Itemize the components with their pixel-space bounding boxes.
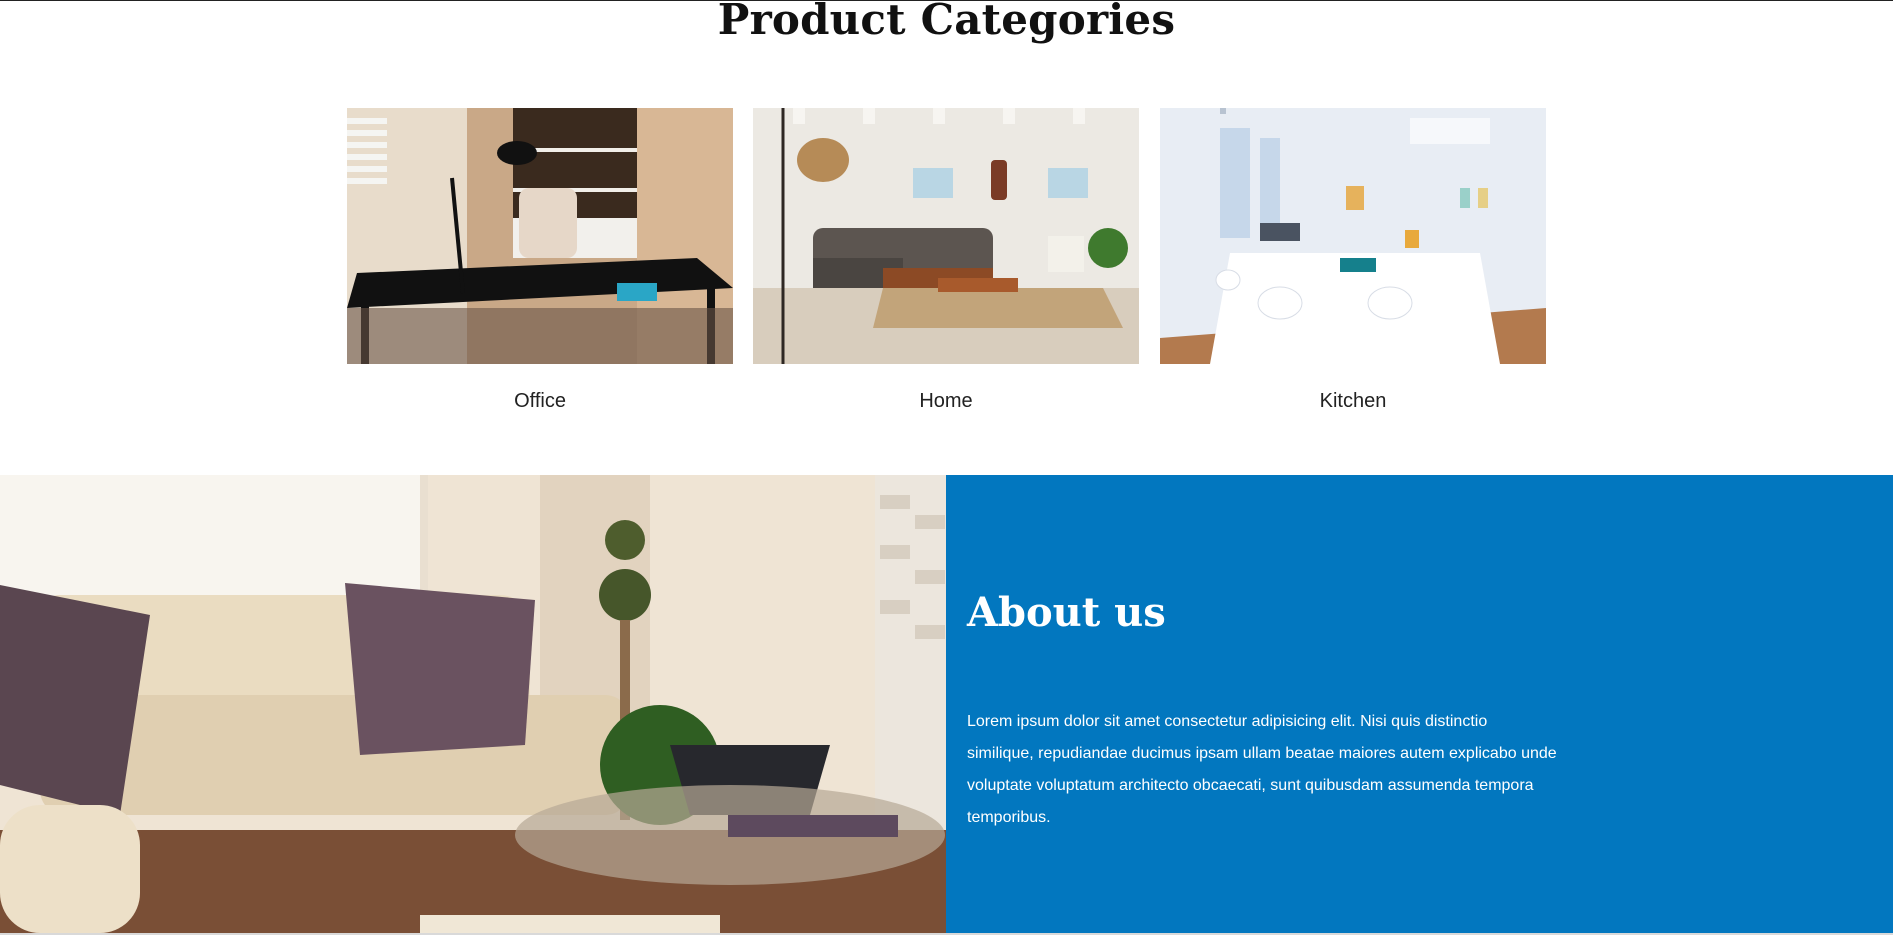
about-section-image	[0, 475, 946, 933]
section-title: Product Categories	[717, 0, 1176, 44]
category-card-home[interactable]: Home	[753, 108, 1139, 413]
category-card-kitchen[interactable]: Kitchen	[1160, 108, 1546, 413]
category-label[interactable]: Kitchen	[1160, 390, 1546, 413]
about-title: About us	[967, 589, 1166, 636]
category-label[interactable]: Office	[347, 390, 733, 413]
living-room-photo	[0, 475, 946, 933]
office-category-image[interactable]	[347, 108, 733, 364]
kitchen-category-image[interactable]	[1160, 108, 1546, 364]
about-panel: About us Lorem ipsum dolor sit amet cons…	[946, 475, 1893, 933]
about-text: Lorem ipsum dolor sit amet consectetur a…	[967, 713, 1557, 826]
category-card-office[interactable]: Office	[347, 108, 733, 413]
home-category-image[interactable]	[753, 108, 1139, 364]
category-label[interactable]: Home	[753, 390, 1139, 413]
